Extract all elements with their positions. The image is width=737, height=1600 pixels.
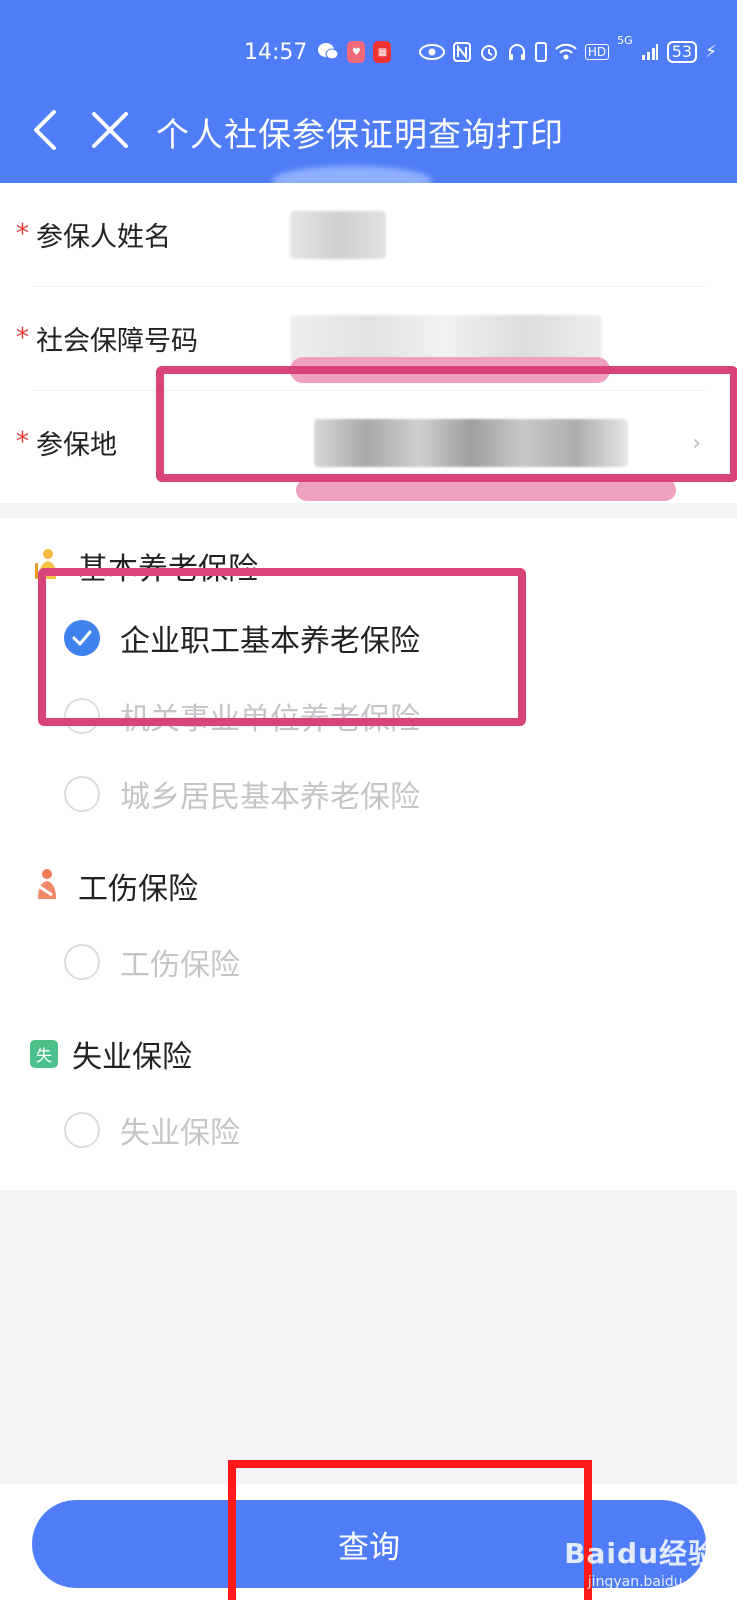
required-mark: * (16, 323, 29, 353)
alarm-icon (479, 42, 499, 62)
annotation-box-query (228, 1460, 592, 1600)
nfc-icon (452, 42, 471, 62)
option-label: 工伤保险 (120, 948, 240, 983)
charging-icon: ⚡ (705, 42, 717, 62)
status-bar: 14:57 ♥ ▦ HD 5G 53 ⚡ (244, 34, 717, 70)
field-label-ssn: 社会保障号码 (36, 326, 198, 357)
signal-icon (641, 43, 659, 61)
required-mark: * (16, 219, 29, 249)
section-title: 失业保险 (72, 1040, 192, 1075)
section-injury: 工伤保险 (30, 864, 198, 908)
back-icon[interactable] (26, 100, 76, 160)
headphones-icon (507, 42, 527, 62)
pink-scribble (296, 479, 676, 501)
option-label: 失业保险 (120, 1116, 240, 1151)
wechat-icon (317, 42, 339, 62)
name-value-redacted (290, 211, 386, 259)
eye-icon (418, 44, 445, 60)
close-icon[interactable] (88, 100, 138, 160)
watermark-main: Baidu经验 (564, 1537, 717, 1570)
wifi-icon (555, 43, 577, 61)
option-label: 城乡居民基本养老保险 (120, 780, 420, 815)
hd-label: HD (584, 44, 610, 60)
radio-icon (64, 944, 100, 980)
baidu-watermark: Baidu经验 jingyan.baidu.com (564, 1532, 717, 1590)
annotation-box-location (156, 366, 737, 482)
section-gap (0, 503, 737, 518)
app-header: 14:57 ♥ ▦ HD 5G 53 ⚡ 个人社保参保证明查询打印 (0, 0, 737, 183)
section-title: 工伤保险 (78, 872, 198, 907)
required-mark: * (16, 427, 29, 457)
network-type: 5G (617, 34, 633, 47)
status-time: 14:57 (244, 39, 308, 65)
radio-icon (64, 776, 100, 812)
ssn-value-redacted (290, 315, 602, 363)
insurance-options: 基本养老保险 企业职工基本养老保险 机关事业单位养老保险 城乡居民基本养老保险 … (0, 518, 737, 1190)
option-resident-pension[interactable]: 城乡居民基本养老保险 (64, 772, 420, 816)
form-row-name[interactable]: * 参保人姓名 (0, 183, 737, 287)
field-label-location: 参保地 (36, 430, 117, 461)
nav-bar: 个人社保参保证明查询打印 (0, 100, 737, 160)
field-label-name: 参保人姓名 (36, 222, 171, 253)
badge-text: 失 (35, 1046, 52, 1065)
battery-level: 53 (666, 41, 698, 63)
option-unemployment[interactable]: 失业保险 (64, 1108, 240, 1152)
radio-icon (64, 1112, 100, 1148)
calendar-app-icon: ▦ (373, 41, 392, 63)
applicant-form: * 参保人姓名 * 社会保障号码 * 参保地 › (0, 183, 737, 503)
injured-person-icon (30, 867, 64, 905)
section-unemployment: 失 失业保险 (30, 1032, 192, 1076)
red-app-icon: ♥ (347, 41, 366, 63)
annotation-box-pension (38, 568, 526, 726)
page-title: 个人社保参保证明查询打印 (156, 115, 564, 154)
vibrate-icon (534, 42, 547, 62)
option-injury[interactable]: 工伤保险 (64, 940, 240, 984)
watermark-sub: jingyan.baidu.com (587, 1574, 717, 1590)
unemployment-badge-icon: 失 (30, 1040, 58, 1068)
